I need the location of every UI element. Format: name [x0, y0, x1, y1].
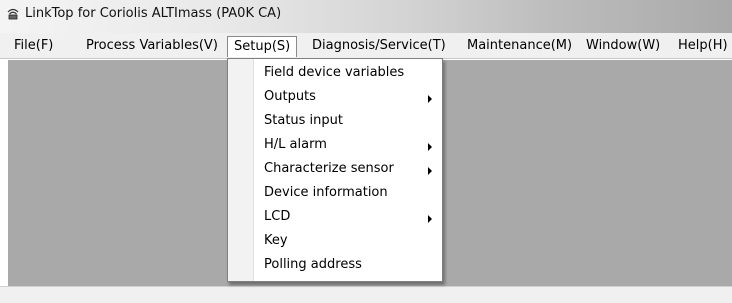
title-bar[interactable]: LinkTop for Coriolis ALTImass (PA0K CA) [0, 0, 732, 33]
menu-item-field-device-variables[interactable]: Field device variables [228, 61, 442, 85]
menu-maintenance[interactable]: Maintenance(M) [461, 36, 578, 57]
menu-item-label: Field device variables [264, 65, 405, 80]
menu-diagnosis-service[interactable]: Diagnosis/Service(T) [306, 36, 452, 57]
menu-help[interactable]: Help(H) [672, 36, 732, 57]
radar-icon[interactable] [6, 7, 20, 21]
menu-item-label: H/L alarm [264, 137, 327, 152]
menu-item-label: Key [264, 233, 288, 248]
submenu-arrow-icon [428, 95, 432, 103]
menu-item-label: Device information [264, 185, 388, 200]
submenu-arrow-icon [428, 215, 432, 223]
submenu-arrow-icon [428, 167, 432, 175]
menu-item-label: Polling address [264, 257, 362, 272]
menu-item-lcd[interactable]: LCD [228, 205, 442, 229]
menu-item-label: Outputs [264, 89, 316, 104]
submenu-arrow-icon [428, 143, 432, 151]
menu-item-label: Characterize sensor [264, 161, 394, 176]
menu-bar: File(F) Process Variables(V) Setup(S) Di… [0, 33, 732, 59]
menu-item-hl-alarm[interactable]: H/L alarm [228, 133, 442, 157]
menu-setup[interactable]: Setup(S) [227, 36, 298, 57]
menu-file[interactable]: File(F) [8, 36, 59, 57]
window-title: LinkTop for Coriolis ALTImass (PA0K CA) [25, 6, 282, 21]
status-bar [0, 286, 732, 303]
menu-item-label: Status input [264, 113, 343, 128]
menu-window[interactable]: Window(W) [580, 36, 666, 57]
menu-process-variables[interactable]: Process Variables(V) [80, 36, 224, 57]
setup-dropdown-menu: Field device variables Outputs Status in… [227, 58, 443, 282]
menu-item-device-information[interactable]: Device information [228, 181, 442, 205]
menu-item-status-input[interactable]: Status input [228, 109, 442, 133]
menu-item-label: LCD [264, 209, 291, 224]
menu-item-characterize-sensor[interactable]: Characterize sensor [228, 157, 442, 181]
menu-item-key[interactable]: Key [228, 229, 442, 253]
menu-item-polling-address[interactable]: Polling address [228, 253, 442, 277]
menu-item-outputs[interactable]: Outputs [228, 85, 442, 109]
app-window: LinkTop for Coriolis ALTImass (PA0K CA) … [0, 0, 732, 303]
